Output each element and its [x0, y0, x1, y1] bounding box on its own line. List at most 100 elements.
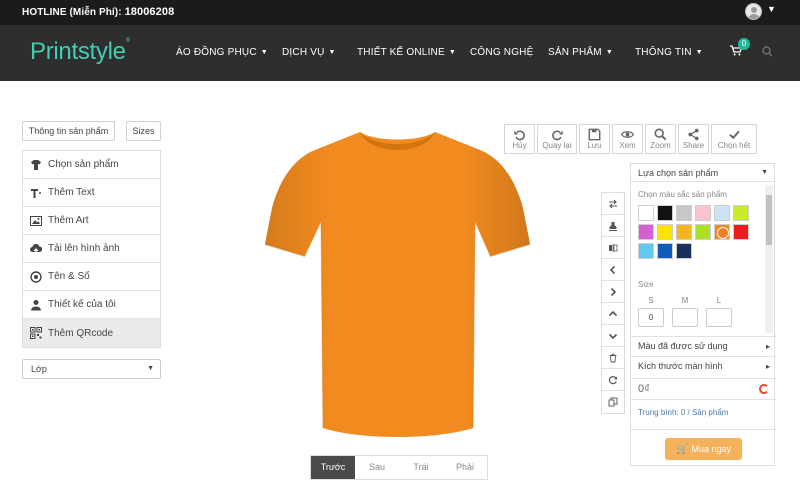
share-label: Share — [682, 141, 705, 150]
undo-button[interactable]: Hủy — [504, 124, 535, 154]
tab-right[interactable]: Phải — [443, 456, 487, 479]
chevron-right-icon: ▸ — [765, 342, 770, 351]
color-swatch[interactable] — [733, 205, 749, 221]
select-all-label: Chọn hết — [717, 141, 751, 150]
copy-icon — [608, 397, 618, 407]
product-options-header[interactable]: Lựa chọn sản phẩm ▼ — [631, 164, 774, 182]
search-icon[interactable] — [762, 46, 773, 57]
zoom-label: Zoom — [650, 141, 671, 150]
color-swatch[interactable] — [695, 224, 711, 240]
color-swatch[interactable] — [676, 205, 692, 221]
move-left-button[interactable] — [602, 259, 624, 281]
color-swatch[interactable] — [676, 224, 692, 240]
move-down-button[interactable] — [602, 325, 624, 347]
zoom-icon — [654, 128, 667, 141]
tab-sizes[interactable]: Sizes — [126, 121, 161, 141]
size-s-input[interactable]: 0 — [638, 308, 664, 327]
menu-item-name-number[interactable]: Tên & Số — [23, 263, 160, 291]
tshirt-icon — [31, 159, 41, 170]
swap-icon — [609, 199, 617, 208]
tab-back[interactable]: Sau — [355, 456, 399, 479]
color-swatch[interactable] — [638, 243, 654, 259]
undo-icon — [514, 130, 525, 141]
nav-item-dich-vu[interactable]: DỊCH VỤ ▼ — [282, 47, 336, 58]
nav-item-san-pham[interactable]: SẢN PHẨM ▼ — [548, 47, 613, 58]
menu-item-add-qrcode[interactable]: Thêm QRcode — [23, 319, 160, 347]
color-swatch[interactable] — [695, 205, 711, 221]
screen-size-row[interactable]: Kích thước màn hình ▸ — [631, 356, 776, 376]
move-up-button[interactable] — [602, 303, 624, 325]
color-swatch[interactable] — [714, 205, 730, 221]
nav-item-ao-dong-phuc[interactable]: ÁO ĐỒNG PHỤC ▼ — [176, 47, 268, 58]
used-colors-row[interactable]: Màu đã được sử dụng ▸ — [631, 336, 776, 356]
color-swatch[interactable] — [676, 243, 692, 259]
tshirt-preview[interactable] — [265, 128, 530, 446]
reset-button[interactable] — [602, 369, 624, 391]
select-all-button[interactable]: Chọn hết — [711, 124, 757, 154]
panel-scrollbar[interactable] — [765, 185, 773, 333]
menu-item-add-text[interactable]: Thêm Text — [23, 179, 160, 207]
design-menu: Chọn sản phẩm Thêm Text Thêm Art Tải lên… — [22, 150, 161, 348]
layer-select[interactable]: Lớp ▼ — [22, 359, 161, 379]
tab-left[interactable]: Trái — [399, 456, 443, 479]
size-l: L — [706, 296, 732, 327]
size-m-label: M — [681, 296, 689, 305]
preview-label: Xem — [619, 141, 636, 150]
user-avatar[interactable] — [745, 3, 762, 20]
color-swatches — [638, 205, 758, 259]
price-value: 0₫ — [638, 383, 650, 395]
tab-front[interactable]: Trước — [311, 456, 355, 479]
swap-button[interactable] — [602, 193, 624, 215]
share-button[interactable]: Share — [678, 124, 709, 154]
size-l-label: L — [716, 296, 722, 305]
redo-button[interactable]: Quay lại — [537, 124, 577, 154]
chevron-right-icon: ▸ — [765, 362, 770, 371]
delete-button[interactable] — [602, 347, 624, 369]
duplicate-button[interactable] — [602, 391, 624, 413]
menu-item-upload-image[interactable]: Tải lên hình ảnh — [23, 235, 160, 263]
color-swatch[interactable] — [714, 224, 730, 240]
color-swatch[interactable] — [657, 224, 673, 240]
color-swatch[interactable] — [638, 224, 654, 240]
loading-spinner-icon — [759, 384, 769, 394]
share-icon — [688, 128, 699, 141]
preview-button[interactable]: Xem — [612, 124, 643, 154]
menu-item-add-art[interactable]: Thêm Art — [23, 207, 160, 235]
divider — [631, 429, 776, 430]
nav-item-thiet-ke-online[interactable]: THIẾT KẾ ONLINE ▼ — [357, 47, 456, 58]
size-s: S 0 — [638, 296, 664, 327]
menu-item-label: Thêm QRcode — [48, 327, 114, 339]
menu-item-choose-product[interactable]: Chọn sản phẩm — [23, 151, 160, 179]
used-colors-label: Màu đã được sử dụng — [638, 341, 728, 351]
color-swatch[interactable] — [657, 243, 673, 259]
product-options-body: Chọn màu sắc sản phẩm Size S 0 M L — [631, 183, 776, 336]
save-button[interactable]: Lưu — [579, 124, 610, 154]
size-l-input[interactable] — [706, 308, 732, 327]
menu-item-label: Tải lên hình ảnh — [48, 243, 120, 254]
color-swatch[interactable] — [657, 205, 673, 221]
flip-button[interactable] — [602, 237, 624, 259]
hotline-number[interactable]: 18006208 — [125, 6, 175, 18]
hotline: HOTLINE (Miễn Phí): 18006208 — [22, 6, 174, 18]
menu-item-label: Thiết kế của tôi — [48, 299, 116, 310]
color-swatch[interactable] — [638, 205, 654, 221]
user-menu-caret-icon[interactable]: ▼ — [767, 4, 776, 14]
color-swatch[interactable] — [733, 224, 749, 240]
menu-item-my-designs[interactable]: Thiết kế của tôi — [23, 291, 160, 319]
redo-icon — [551, 130, 563, 141]
zoom-button[interactable]: Zoom — [645, 124, 676, 154]
logo[interactable]: Printstyle® — [30, 38, 130, 66]
nav-item-label: SẢN PHẨM — [548, 47, 602, 58]
tab-product-info[interactable]: Thông tin sản phẩm — [22, 121, 115, 141]
buy-now-button[interactable]: 🛒 Mua ngay — [665, 438, 742, 460]
nav-item-cong-nghe[interactable]: CÔNG NGHỆ — [470, 47, 533, 58]
move-right-button[interactable] — [602, 281, 624, 303]
nav-item-thong-tin[interactable]: THÔNG TIN ▼ — [635, 47, 703, 58]
size-m-input[interactable] — [672, 308, 698, 327]
stamp-button[interactable] — [602, 215, 624, 237]
design-toolbar: Hủy Quay lại Lưu Xem Zoom Share Chọn hết — [504, 124, 757, 154]
target-icon — [30, 270, 42, 283]
object-tools — [601, 192, 625, 414]
chevron-down-icon: ▼ — [448, 49, 456, 56]
layer-select-value: Lớp — [31, 364, 47, 374]
